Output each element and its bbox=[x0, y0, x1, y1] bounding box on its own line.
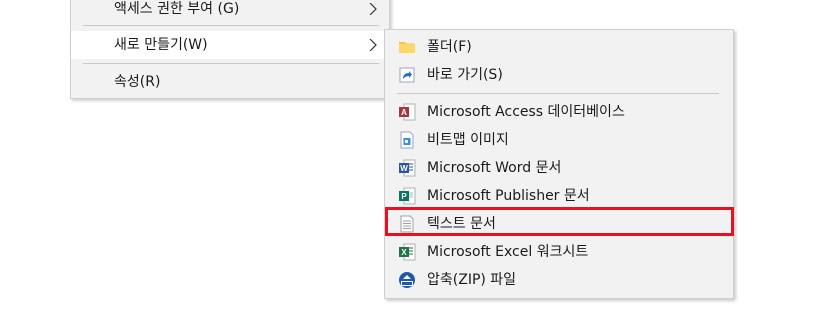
menu-item-properties[interactable]: 속성(R) bbox=[71, 68, 389, 96]
screen: 액세스 권한 부여 (G) 새로 만들기(W) 속성(R) 폴더(F) 바로 가… bbox=[0, 0, 823, 320]
menu-separator bbox=[83, 25, 379, 26]
submenu-item-label: Microsoft Access 데이터베이스 bbox=[427, 104, 625, 120]
folder-icon bbox=[399, 42, 415, 53]
menu-item-label: 새로 만들기(W) bbox=[114, 37, 208, 53]
zip-icon bbox=[399, 272, 415, 288]
excel-icon: X bbox=[399, 243, 416, 261]
submenu-item-label: 비트맵 이미지 bbox=[427, 132, 509, 148]
submenu-item-label: 압축(ZIP) 파일 bbox=[427, 272, 517, 288]
submenu-item-shortcut[interactable]: 바로 가기(S) bbox=[385, 61, 733, 89]
menu-item-label: 액세스 권한 부여 (G) bbox=[114, 1, 240, 17]
context-menu: 액세스 권한 부여 (G) 새로 만들기(W) 속성(R) bbox=[70, 0, 390, 99]
submenu-item-folder[interactable]: 폴더(F) bbox=[385, 33, 733, 61]
submenu-item-label: Microsoft Publisher 문서 bbox=[427, 188, 590, 204]
new-submenu: 폴더(F) 바로 가기(S) A Microsoft Access 데이터베이스 bbox=[384, 29, 734, 299]
menu-separator bbox=[83, 63, 379, 64]
submenu-item-bitmap[interactable]: 비트맵 이미지 bbox=[385, 126, 733, 154]
svg-text:A: A bbox=[401, 108, 407, 117]
svg-text:X: X bbox=[401, 248, 407, 257]
svg-text:P: P bbox=[401, 192, 407, 201]
svg-text:W: W bbox=[400, 164, 408, 173]
submenu-item-zip[interactable]: 압축(ZIP) 파일 bbox=[385, 266, 733, 294]
submenu-item-text-document[interactable]: 텍스트 문서 bbox=[385, 210, 733, 238]
submenu-item-publisher[interactable]: P Microsoft Publisher 문서 bbox=[385, 182, 733, 210]
menu-item-new[interactable]: 새로 만들기(W) bbox=[71, 31, 389, 59]
submenu-item-label: 바로 가기(S) bbox=[427, 67, 503, 83]
submenu-item-excel[interactable]: X Microsoft Excel 워크시트 bbox=[385, 238, 733, 266]
bitmap-icon bbox=[400, 131, 414, 149]
menu-item-grant-access[interactable]: 액세스 권한 부여 (G) bbox=[71, 0, 389, 23]
submenu-item-label: 폴더(F) bbox=[427, 39, 472, 55]
text-document-icon bbox=[400, 215, 414, 233]
submenu-item-access[interactable]: A Microsoft Access 데이터베이스 bbox=[385, 98, 733, 126]
chevron-right-icon bbox=[369, 39, 377, 51]
submenu-item-word[interactable]: W Microsoft Word 문서 bbox=[385, 154, 733, 182]
submenu-separator bbox=[397, 93, 719, 94]
submenu-item-label: Microsoft Excel 워크시트 bbox=[427, 244, 589, 260]
access-icon: A bbox=[399, 103, 416, 121]
chevron-right-icon bbox=[369, 3, 377, 15]
publisher-icon: P bbox=[399, 187, 416, 205]
submenu-item-label: 텍스트 문서 bbox=[427, 216, 496, 232]
shortcut-icon bbox=[399, 67, 415, 83]
word-icon: W bbox=[399, 159, 416, 177]
menu-item-label: 속성(R) bbox=[114, 74, 161, 90]
submenu-item-label: Microsoft Word 문서 bbox=[427, 160, 562, 176]
